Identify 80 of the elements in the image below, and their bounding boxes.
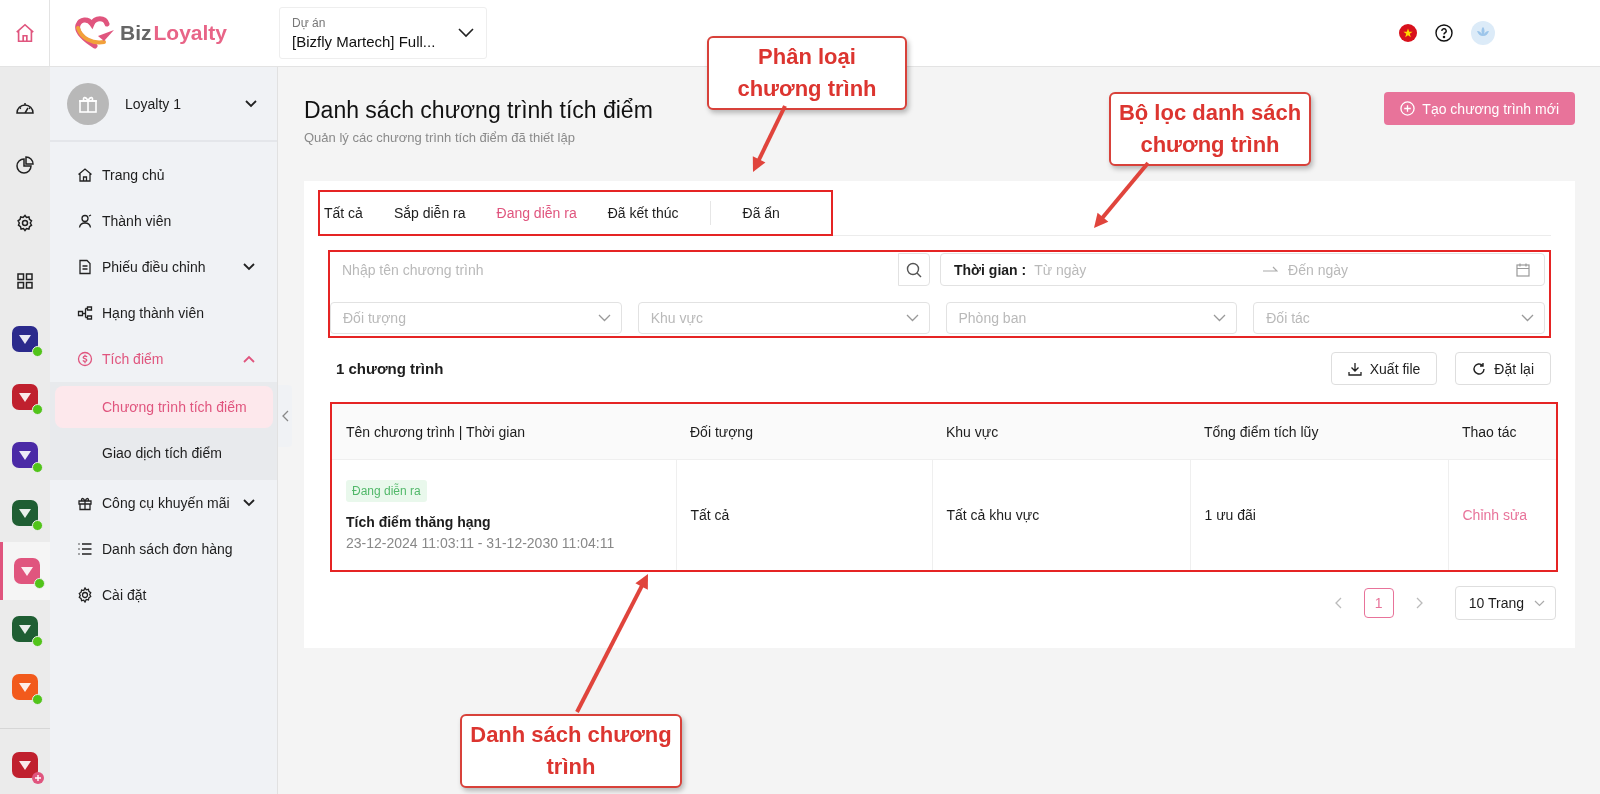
settings-icon[interactable] — [16, 214, 34, 232]
chevron-icon — [243, 263, 255, 271]
logo-text: BizLoyalty — [120, 21, 228, 45]
annotation-arrow — [752, 105, 787, 172]
chevron-icon — [243, 355, 255, 363]
start-date-input[interactable]: Từ ngày — [1026, 261, 1263, 278]
annotation-callout: Bộ lọc danh sách chương trình — [1109, 92, 1311, 166]
vietnam-flag-icon[interactable] — [1399, 24, 1417, 42]
chevron-icon — [243, 499, 255, 507]
app-icon[interactable] — [12, 500, 38, 526]
pie-chart-icon[interactable] — [16, 156, 34, 174]
status-tab[interactable]: Đã ẩn — [742, 205, 811, 221]
sidebar-item-icon — [77, 587, 93, 603]
app-icon[interactable] — [12, 442, 38, 468]
page-size-select[interactable]: 10 Trang — [1454, 586, 1556, 620]
annotation-callout: Phân loại chương trình — [707, 36, 907, 110]
program-period: 23-12-2024 11:03:11 - 31-12-2030 11:04:11 — [346, 534, 615, 551]
help-icon[interactable] — [1435, 24, 1453, 42]
sidebar-item[interactable]: Danh sách đơn hàng — [50, 526, 277, 572]
annotation-arrow — [1094, 161, 1150, 228]
status-tab[interactable]: Sắp diễn ra — [393, 205, 497, 221]
status-tab[interactable]: Đã kết thúc — [607, 205, 710, 221]
sidebar-item[interactable]: Công cụ khuyến mãi — [50, 480, 277, 526]
sidebar-item-icon — [77, 351, 93, 367]
chevron-down-icon — [1521, 314, 1534, 322]
search-field[interactable]: Nhập tên chương trình — [330, 253, 898, 286]
column-header: Khu vực — [932, 404, 1190, 460]
grid-icon[interactable] — [17, 273, 33, 289]
app-icon[interactable] — [12, 752, 38, 778]
chevron-down-icon[interactable] — [245, 99, 257, 108]
chevron-down-icon — [1534, 599, 1545, 607]
sidebar-item-icon — [77, 305, 93, 321]
account-name[interactable]: Loyalty 1 — [125, 95, 245, 112]
app-icon[interactable] — [12, 616, 38, 642]
heart-logo-icon — [74, 16, 116, 50]
chevron-down-icon — [597, 314, 611, 322]
sidebar-item[interactable]: Cài đặt — [50, 572, 277, 618]
page-title: Danh sách chương trình tích điểm — [304, 97, 653, 124]
column-header: Tổng điểm tích lũy — [1190, 404, 1448, 460]
add-badge-icon — [32, 772, 44, 784]
reset-button[interactable]: Đặt lại — [1455, 352, 1551, 385]
table-cell: 1 ưu đãi — [1204, 507, 1256, 523]
sidebar-item[interactable]: Hạng thành viên — [50, 290, 277, 336]
chevron-down-icon — [1213, 314, 1227, 322]
chevron-left-icon — [281, 410, 289, 422]
sidebar-item-icon — [77, 167, 93, 183]
sidebar-item[interactable]: Phiếu điều chỉnh — [50, 244, 277, 290]
table-cell: Tất cả khu vực — [946, 507, 1040, 523]
status-tab[interactable]: Tất cả — [324, 205, 394, 221]
column-header: Đối tượng — [676, 404, 932, 460]
home-icon[interactable] — [13, 22, 36, 44]
column-header: Tên chương trình | Thời gian — [332, 404, 676, 460]
sidebar-item-icon — [77, 541, 93, 557]
sidebar-item[interactable]: Thành viên — [50, 198, 277, 244]
search-icon[interactable] — [906, 261, 922, 278]
page-subtitle: Quản lý các chương trình tích điểm đã thiết lập — [304, 130, 576, 145]
chevron-down-icon — [905, 314, 919, 322]
end-date-input[interactable]: Đến ngày — [1278, 261, 1516, 278]
table-cell: Tất cả — [690, 507, 730, 523]
project-select[interactable]: Dự án [Bizfly Martech] Full... — [279, 7, 487, 59]
column-header: Thao tác — [1448, 404, 1556, 460]
chevron-down-icon — [458, 28, 474, 38]
app-icon[interactable] — [12, 384, 38, 410]
download-icon — [1347, 361, 1362, 376]
status-tag: Đang diễn ra — [346, 479, 427, 502]
sidebar-item-icon — [77, 213, 93, 229]
export-file-button[interactable]: Xuất file — [1330, 352, 1438, 385]
app-icon[interactable] — [12, 326, 38, 352]
program-name: Tích điểm thăng hạng — [346, 513, 491, 530]
date-range-field[interactable]: Thời gian : Từ ngày Đến ngày — [940, 253, 1545, 286]
calendar-icon — [1516, 262, 1530, 277]
sidebar-item-icon — [77, 495, 93, 511]
result-count: 1 chương trình — [336, 360, 444, 377]
sidebar-subitem[interactable]: Giao dịch tích điểm — [55, 432, 273, 474]
plus-circle-icon — [1400, 101, 1416, 116]
sidebar-item[interactable]: Trang chủ — [50, 152, 277, 198]
refresh-icon — [1472, 361, 1487, 376]
annotation-callout: Danh sách chương trình — [460, 714, 682, 788]
sidebar-item-icon — [77, 259, 93, 275]
status-tab[interactable]: Đang diễn ra — [496, 205, 608, 221]
